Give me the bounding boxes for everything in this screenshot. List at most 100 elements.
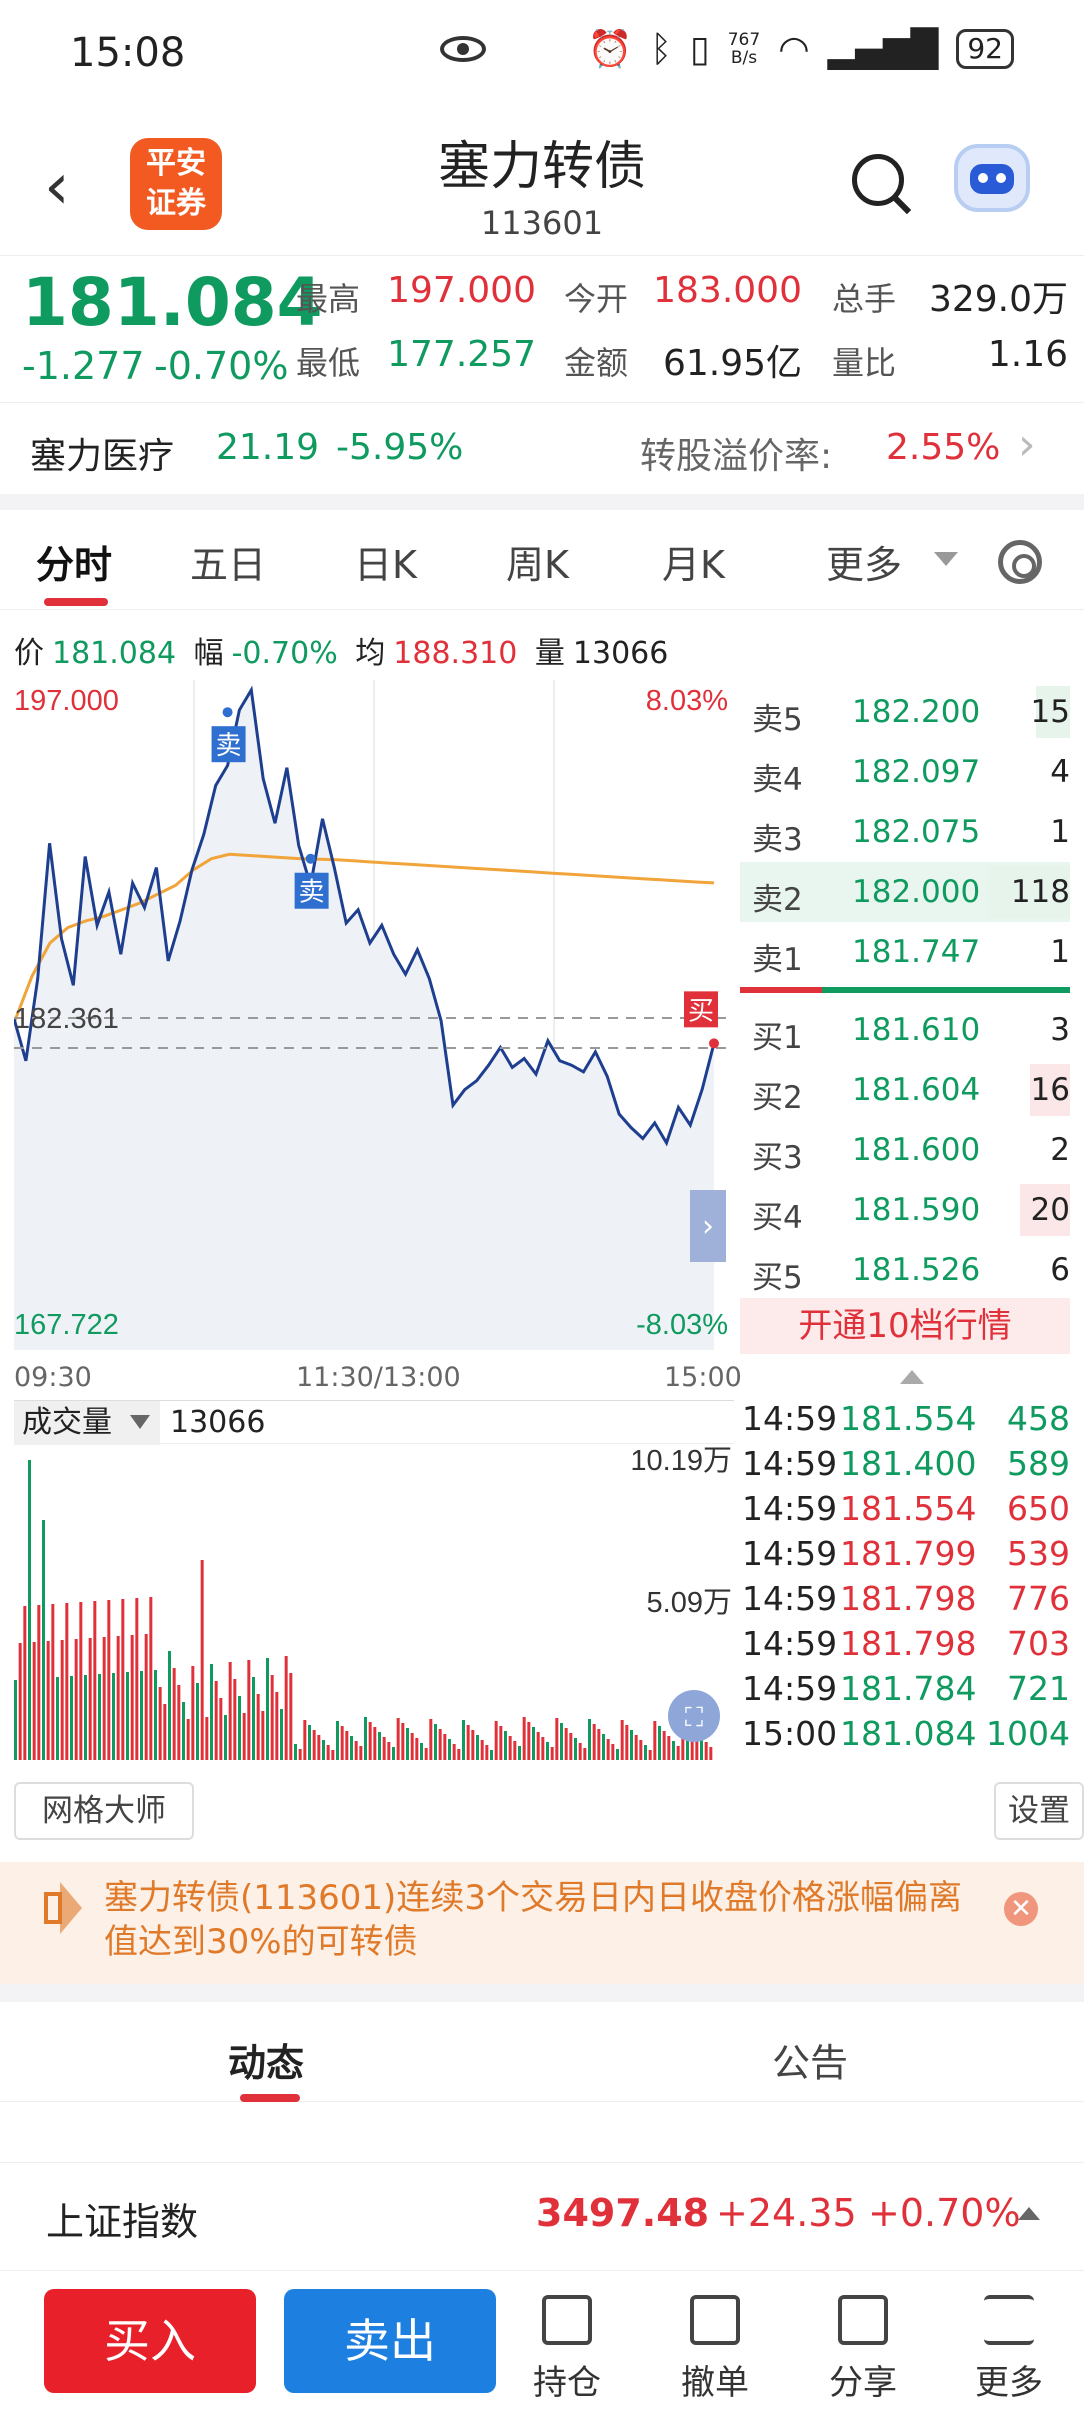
tab-monthly-k[interactable]: 月K <box>662 534 725 589</box>
collapse-up-icon[interactable] <box>900 1370 924 1384</box>
amount-label: 金额 <box>564 344 629 382</box>
ask-row-4[interactable]: 卖2 182.000 118 <box>740 862 1070 922</box>
bid-row-2[interactable]: 买2 181.604 16 <box>740 1060 1070 1120</box>
info-price: 181.084 <box>52 636 177 671</box>
chevron-right-icon: › <box>1018 419 1036 470</box>
volume-bar <box>434 1724 437 1760</box>
ask-row-2[interactable]: 卖4 182.097 4 <box>740 742 1070 802</box>
volume-bar <box>625 1725 629 1760</box>
more-dropdown-icon[interactable] <box>934 552 958 566</box>
book-price: 181.747 <box>852 934 981 970</box>
book-price: 182.075 <box>852 814 981 850</box>
ask-row-1[interactable]: 卖5 182.200 15 <box>740 682 1070 742</box>
volume-bar <box>644 1745 647 1760</box>
share-button[interactable]: 分享 <box>808 2287 918 2411</box>
tick-row: 14:59 181.798 703 <box>742 1620 1072 1664</box>
volume-bar <box>499 1726 503 1760</box>
volume-bar <box>471 1730 475 1760</box>
cancel-order-button[interactable]: 撤单 <box>660 2287 770 2411</box>
tick-price: 181.084 <box>840 1714 977 1753</box>
expand-up-icon[interactable] <box>1018 2207 1040 2220</box>
book-price: 182.097 <box>852 754 981 790</box>
ref-price-label: 182.361 <box>14 1003 119 1035</box>
gear-icon[interactable] <box>998 540 1042 584</box>
volume-bar <box>172 1668 176 1760</box>
bid-row-3[interactable]: 买3 181.600 2 <box>740 1120 1070 1180</box>
tick-time: 14:59 <box>742 1534 838 1573</box>
low-value: 177.257 <box>387 334 536 375</box>
volume-bar <box>312 1730 316 1760</box>
holdings-button[interactable]: 持仓 <box>512 2287 622 2411</box>
ask-row-5[interactable]: 卖1 181.747 1 <box>740 922 1070 982</box>
settings-button[interactable]: 设置 <box>994 1782 1084 1840</box>
cancel-order-icon <box>690 2295 740 2345</box>
open-level10-button[interactable]: 开通10档行情 <box>740 1298 1070 1354</box>
trade-marker-label: 卖 <box>299 878 325 908</box>
tab-weekly-k[interactable]: 周K <box>506 534 569 589</box>
tab-five-day[interactable]: 五日 <box>190 534 266 589</box>
tick-price: 181.798 <box>840 1624 977 1663</box>
book-qty: 1 <box>1050 934 1070 970</box>
volume-bar <box>256 1694 260 1760</box>
index-ticker[interactable]: 上证指数 3497.48 +24.35 +0.70% <box>0 2162 1084 2262</box>
divider <box>0 1984 1084 2002</box>
search-icon[interactable] <box>852 154 904 206</box>
assistant-robot-icon[interactable] <box>954 144 1030 212</box>
index-pct: +0.70% <box>868 2191 1021 2235</box>
ask-row-3[interactable]: 卖3 182.075 1 <box>740 802 1070 862</box>
volume-bar <box>541 1737 545 1760</box>
volume-bar <box>238 1696 241 1760</box>
volume-bar <box>588 1719 591 1760</box>
trade-marker-dot <box>709 1038 719 1049</box>
bid-row-5[interactable]: 买5 181.526 6 <box>740 1240 1070 1300</box>
volume-bar <box>200 1560 204 1760</box>
y-bottom-label: 167.722 <box>14 1309 119 1341</box>
trade-marker-label: 买 <box>688 996 714 1026</box>
volume-bar <box>126 1672 129 1760</box>
intraday-price-chart[interactable]: 卖卖买 197.000 8.03% 182.361 167.722 -8.03%… <box>14 680 734 1350</box>
volume-bar <box>406 1728 409 1760</box>
volume-bar <box>224 1715 227 1760</box>
volume-bar <box>546 1742 549 1760</box>
book-label: 买5 <box>752 1260 803 1296</box>
wifi-icon: ◠ <box>778 28 810 70</box>
volume-bar <box>270 1675 274 1760</box>
index-value: 3497.48 <box>536 2191 710 2235</box>
pct-top-label: 8.03% <box>646 685 728 717</box>
tick-row: 14:59 181.554 458 <box>742 1395 1072 1439</box>
grid-master-button[interactable]: 网格大师 <box>14 1782 194 1840</box>
news-tabs: 动态 公告 <box>0 2002 1084 2102</box>
pct-bottom-label: -8.03% <box>636 1309 728 1341</box>
volume-bar <box>359 1746 363 1760</box>
underlying-stock-row[interactable]: 塞力医疗 21.19 -5.95% 转股溢价率: 2.55% › <box>0 402 1084 494</box>
volume-bar <box>98 1674 101 1760</box>
book-label: 买2 <box>752 1080 803 1116</box>
tab-dynamics[interactable]: 动态 <box>228 2032 304 2087</box>
tab-intraday[interactable]: 分时 <box>36 534 112 589</box>
tab-announcements[interactable]: 公告 <box>772 2032 848 2087</box>
more-button[interactable]: 更多 <box>954 2287 1064 2411</box>
indicator-select[interactable]: 成交量 <box>14 1401 160 1445</box>
volume-bar <box>303 1720 307 1760</box>
close-icon[interactable]: ✕ <box>1004 1892 1038 1926</box>
bid-row-4[interactable]: 买4 181.590 20 <box>740 1180 1070 1240</box>
book-qty: 3 <box>1050 1012 1070 1048</box>
volume-bar <box>228 1662 232 1760</box>
tab-more[interactable]: 更多 <box>826 534 902 589</box>
volume-bar <box>676 1746 680 1760</box>
volume-bar <box>168 1651 171 1760</box>
sell-button[interactable]: 卖出 <box>284 2289 496 2393</box>
buy-button[interactable]: 买入 <box>44 2289 256 2393</box>
bid-row-1[interactable]: 买1 181.610 3 <box>740 1000 1070 1060</box>
volume-bar <box>186 1719 190 1760</box>
volume-bar <box>84 1675 87 1760</box>
volume-bar <box>658 1726 661 1760</box>
volume-bar <box>177 1685 181 1760</box>
volume-bar <box>396 1718 400 1760</box>
volume-bar <box>322 1740 325 1760</box>
volume-bar <box>42 1520 45 1760</box>
tick-qty: 776 <box>1007 1579 1070 1618</box>
tick-price: 181.799 <box>840 1534 977 1573</box>
tab-daily-k[interactable]: 日K <box>354 534 417 589</box>
volume-bar <box>158 1687 162 1760</box>
